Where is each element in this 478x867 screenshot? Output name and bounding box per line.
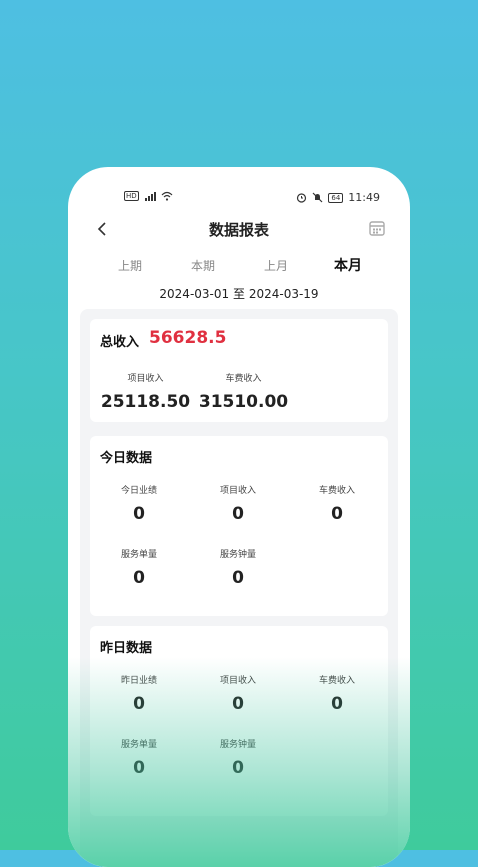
total-income-value: 56628.5	[149, 328, 227, 348]
metric-value: 0	[232, 694, 244, 714]
date-range[interactable]: 2024-03-01 至 2024-03-19	[68, 285, 410, 302]
metric-value: 0	[133, 504, 145, 524]
metric-value: 0	[133, 568, 145, 588]
today-fare-income-metric: 车费收入 0	[287, 483, 387, 524]
metric-label: 车费收入	[225, 374, 262, 384]
fare-income-metric: 车费收入 31510.00	[196, 371, 291, 412]
date-separator: 至	[232, 287, 245, 301]
wifi-icon	[161, 191, 173, 201]
status-right: 64 11:49	[296, 191, 380, 204]
hd-badge: HD	[124, 191, 139, 201]
yesterday-performance-metric: 昨日业绩 0	[89, 673, 189, 714]
today-service-hours-metric: 服务钟量 0	[188, 547, 288, 588]
metric-value: 25118.50	[100, 392, 191, 412]
date-end: 2024-03-19	[248, 287, 319, 301]
clock-time: 11:49	[348, 191, 380, 204]
tab-last-period[interactable]: 上期	[118, 257, 142, 274]
metric-label: 服务单量	[120, 740, 157, 750]
alarm-icon	[297, 193, 307, 203]
battery-icon: 64	[328, 192, 344, 203]
today-project-income-metric: 项目收入 0	[188, 483, 288, 524]
metric-label: 车费收入	[318, 676, 355, 686]
yesterday-fare-income-metric: 车费收入 0	[287, 673, 387, 714]
report-content: 总收入 56628.5 项目收入 25118.50 车费收入 31510.00 …	[80, 309, 398, 867]
tab-this-period[interactable]: 本期	[191, 257, 215, 274]
metric-value: 0	[232, 568, 244, 588]
metric-label: 服务单量	[120, 550, 157, 560]
project-income-metric: 项目收入 25118.50	[98, 371, 193, 412]
yesterday-service-orders-metric: 服务单量 0	[89, 737, 189, 778]
metric-value: 0	[331, 694, 343, 714]
page-title: 数据报表	[208, 221, 269, 239]
metric-label: 今日业绩	[120, 486, 157, 496]
metric-label: 项目收入	[219, 676, 256, 686]
yesterday-service-hours-metric: 服务钟量 0	[188, 737, 288, 778]
today-service-orders-metric: 服务单量 0	[89, 547, 189, 588]
nav-bar: 数据报表	[68, 215, 410, 243]
mute-icon	[312, 192, 323, 203]
cell-signal-icon	[144, 192, 156, 201]
metric-value: 31510.00	[198, 392, 289, 412]
metric-value: 0	[232, 758, 244, 778]
today-data-title: 今日数据	[100, 451, 153, 466]
metric-value: 0	[133, 758, 145, 778]
total-income-card: 总收入 56628.5 项目收入 25118.50 车费收入 31510.00	[90, 319, 388, 422]
metric-label: 项目收入	[219, 486, 256, 496]
phone-frame: HD 64 11:49 数据报表 上期 本期 上月 本月 2024-03-01 …	[68, 167, 410, 867]
metric-label: 车费收入	[318, 486, 355, 496]
date-start: 2024-03-01	[159, 287, 230, 301]
metric-value: 0	[133, 694, 145, 714]
metric-label: 项目收入	[127, 374, 164, 384]
today-data-card: 今日数据 今日业绩 0 项目收入 0 车费收入 0 服务单量 0 服务钟量 0	[90, 436, 388, 616]
yesterday-data-title: 昨日数据	[100, 641, 153, 656]
period-tabs: 上期 本期 上月 本月	[68, 257, 410, 277]
calendar-button[interactable]	[368, 219, 388, 239]
yesterday-data-card: 昨日数据 昨日业绩 0 项目收入 0 车费收入 0 服务单量 0 服务钟量 0	[90, 626, 388, 816]
metric-label: 昨日业绩	[120, 676, 157, 686]
tab-last-month[interactable]: 上月	[264, 257, 288, 274]
tab-this-month[interactable]: 本月	[334, 255, 362, 275]
metric-label: 服务钟量	[219, 740, 256, 750]
today-performance-metric: 今日业绩 0	[89, 483, 189, 524]
total-income-label: 总收入	[100, 335, 140, 350]
calendar-icon	[369, 221, 385, 236]
status-left: HD	[124, 191, 173, 201]
metric-label: 服务钟量	[219, 550, 256, 560]
metric-value: 0	[331, 504, 343, 524]
metric-value: 0	[232, 504, 244, 524]
yesterday-project-income-metric: 项目收入 0	[188, 673, 288, 714]
status-bar: HD 64 11:49	[68, 189, 410, 207]
